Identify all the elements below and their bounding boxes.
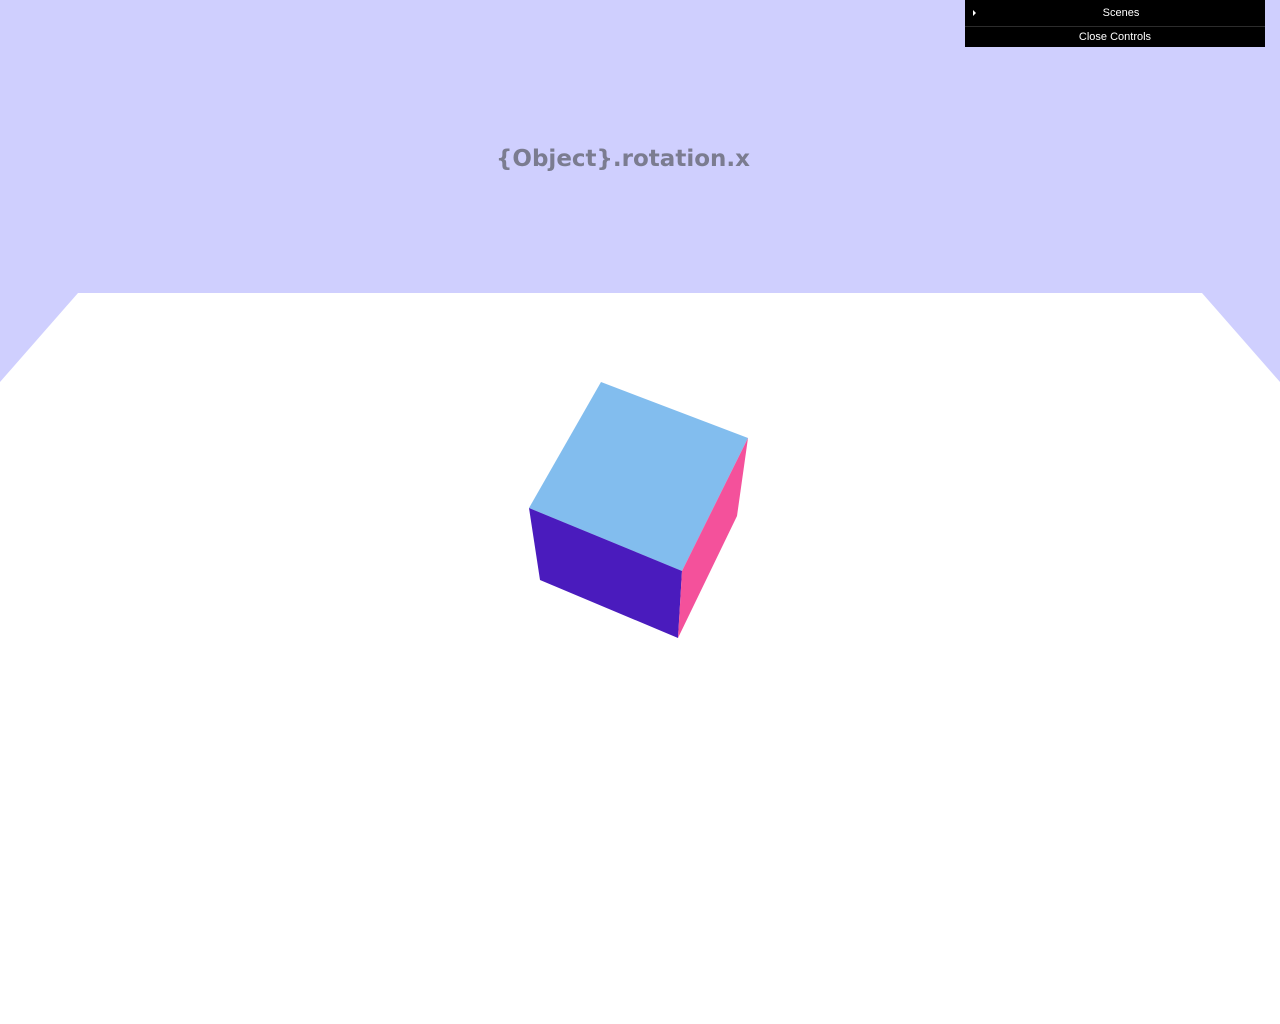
controls-panel: Scenes Close Controls: [965, 0, 1265, 47]
triangle-right-icon: [973, 10, 976, 16]
folder-scenes-label: Scenes: [1102, 7, 1140, 19]
close-controls-button[interactable]: Close Controls: [965, 27, 1265, 47]
folder-scenes[interactable]: Scenes: [965, 0, 1265, 27]
scene-title: {Object}.rotation.x: [496, 146, 750, 172]
